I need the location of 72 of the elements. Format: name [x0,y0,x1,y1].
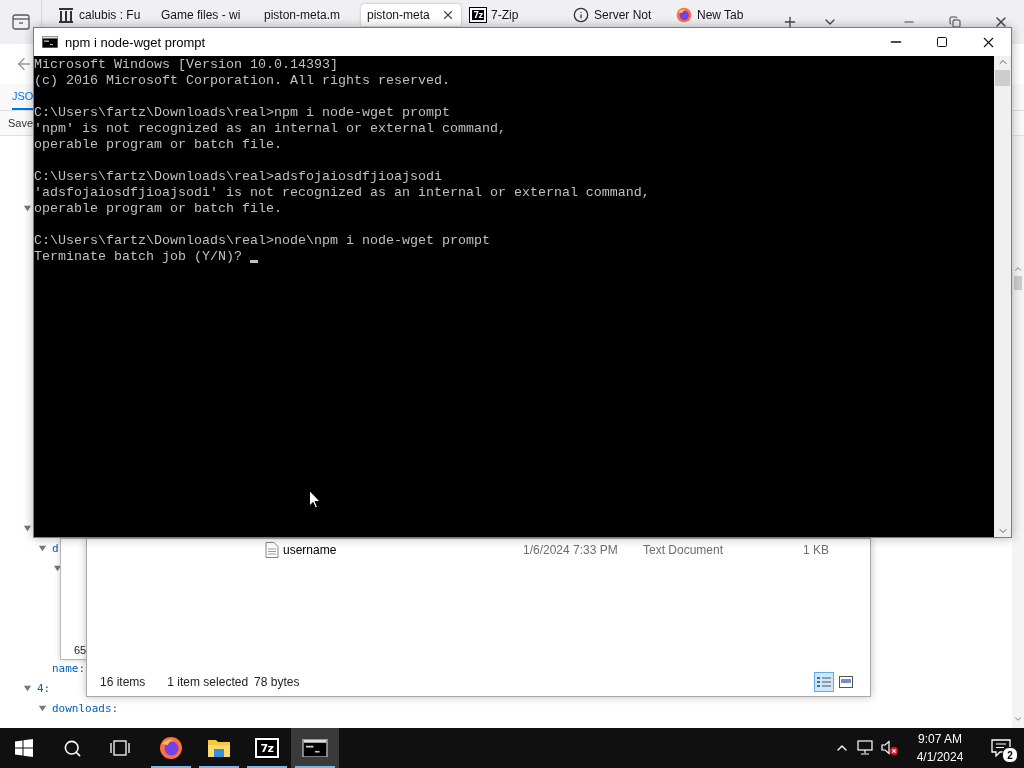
expand-triangle-icon[interactable] [22,683,32,693]
muted-speaker-icon[interactable] [881,740,899,756]
browser-tab[interactable]: piston-meta [361,4,461,26]
console-line: (c) 2016 Microsoft Corporation. All rights reserved. [34,73,450,89]
windows-start-icon[interactable] [15,739,33,757]
scrollbar-thumb[interactable] [995,70,1010,86]
tree-key: name: [47,661,86,675]
browser-tab[interactable]: 7z 7-Zip [464,4,564,26]
notification-count: 2 [1002,747,1018,763]
browser-tab[interactable]: New Tab [670,4,770,26]
console-line: Microsoft Windows [Version 10.0.14393] [34,57,338,73]
notifications-button[interactable]: 2 [978,728,1024,768]
expand-triangle-icon[interactable] [37,543,47,553]
terminal-icon [302,739,328,757]
console-line: C:\Users\fartz\Downloads\real>node\npm i node-wget prompt [34,233,490,249]
expand-triangle-icon[interactable] [37,703,47,713]
item-count: 16 items [100,675,146,689]
details-view-button[interactable] [814,672,834,692]
file-name[interactable]: username [283,543,337,557]
details-view-icon [817,676,831,688]
terminal-icon [42,36,58,48]
folder-icon [207,738,231,758]
expand-triangle-icon[interactable] [22,203,32,213]
console-line: C:\Users\fartz\Downloads\real>adsfojaiosdfjioajsodi [34,169,442,185]
mouse-pointer-icon [309,490,321,509]
expand-triangle-icon[interactable] [52,563,62,573]
library-icon [58,7,74,23]
selection-status: 1 item selected [167,675,249,689]
search-icon[interactable] [62,738,82,758]
window-text: 65 [74,644,87,656]
back-icon[interactable] [15,55,33,73]
browser-tab[interactable]: piston-meta.m [258,4,358,26]
window-title: npm i node-wget prompt [65,34,206,50]
text-file-icon [265,542,279,558]
browser-tab[interactable]: Game files - wi [155,4,255,26]
console-line: 'npm' is not recognized as an internal or external command, [34,121,506,137]
task-view-icon[interactable] [110,740,130,756]
network-icon[interactable] [857,740,875,756]
browser-tab[interactable]: Server Not [567,4,667,26]
close-icon[interactable] [441,8,455,22]
console-line: operable program or batch file. [34,201,282,217]
toolbar-button[interactable]: Save [8,115,34,131]
tree-key: downloads: [47,701,119,715]
restore-icon[interactable] [949,16,961,28]
console-line: Terminate batch job (Y/N)? [34,249,243,265]
notification-icon [991,739,1011,757]
tree-key: 4: [32,681,51,695]
info-icon [573,7,589,23]
clock[interactable]: 9:07 AM 4/1/2024 [902,728,978,768]
taskbar-app-button[interactable] [291,728,339,768]
file-type: Text Document [643,543,725,557]
expand-triangle-icon[interactable] [22,523,32,533]
browser-tab[interactable]: calubis : Fu [52,4,152,26]
tree-key: d [47,541,59,555]
firefox-icon [676,7,692,23]
console-line: operable program or batch file. [34,137,282,153]
seven-zip-icon: 7z [470,8,486,22]
firefox-icon [159,736,183,760]
tiles-view-icon [839,676,853,688]
taskbar-app-button[interactable]: 7z [243,728,291,768]
maximize-icon[interactable] [936,36,948,48]
console-line: C:\Users\fartz\Downloads\real>npm i node-wget prompt [34,105,450,121]
file-size: 1 KB [802,543,829,557]
seven-zip-icon: 7z [255,738,279,758]
text-cursor [249,260,258,263]
tab-list-icon[interactable] [11,14,30,30]
file-date: 1/6/2024 7:33 PM [523,543,619,557]
scroll-up-icon[interactable] [1013,264,1023,274]
selection-size: 78 bytes [254,675,300,689]
console-line: 'adsfojaiosdfjioajsodi' is not recognized as an internal or external command, [34,185,650,201]
scrollbar-thumb[interactable] [1014,276,1022,290]
new-tab-icon[interactable] [782,14,798,30]
